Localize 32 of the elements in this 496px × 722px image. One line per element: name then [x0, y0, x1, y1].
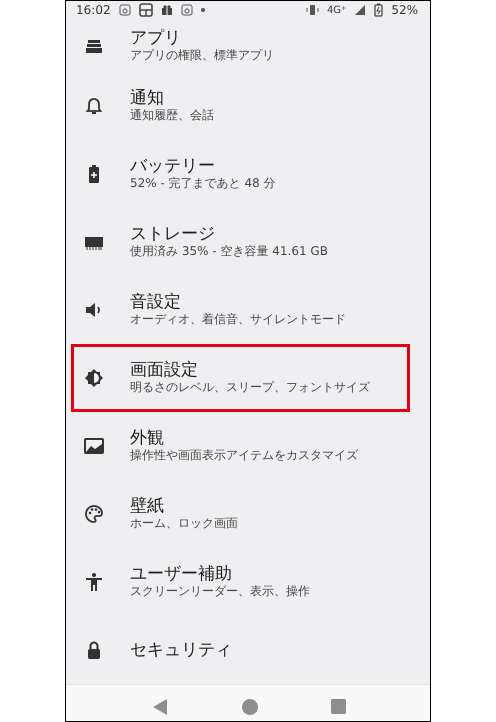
settings-item[interactable]: 音設定 オーディオ、着信音、サイレントモード: [66, 276, 430, 344]
settings-item[interactable]: 画面設定 明るさのレベル、スリープ、フォントサイズ: [71, 344, 410, 412]
settings-item[interactable]: アプリ アプリの権限、標準アプリ: [66, 19, 430, 72]
item-title: 音設定: [130, 292, 182, 312]
item-subtitle: 操作性や画面表示アイテムをカスタマイズ: [130, 448, 358, 464]
item-title: ストレージ: [130, 224, 216, 244]
settings-item[interactable]: ストレージ 使用済み 35% - 空き容量 41.61 GB: [66, 208, 430, 276]
item-title: 画面設定: [130, 360, 199, 380]
item-title: 外観: [130, 428, 165, 448]
settings-item[interactable]: バッテリー 52% - 完了まであと 48 分: [66, 140, 430, 208]
network-label: 4G⁺: [326, 4, 346, 18]
item-subtitle: スクリーンリーダー、表示、操作: [130, 584, 310, 600]
item-title: 通知: [130, 88, 165, 108]
settings-item[interactable]: 外観 操作性や画面表示アイテムをカスタマイズ: [66, 412, 430, 480]
item-subtitle: オーディオ、着信音、サイレントモード: [130, 312, 346, 328]
settings-item[interactable]: 壁紙 ホーム、ロック画面: [66, 480, 430, 548]
item-title: 壁紙: [130, 496, 165, 516]
settings-item[interactable]: ユーザー補助 スクリーンリーダー、表示、操作: [66, 548, 430, 616]
item-subtitle: 明るさのレベル、スリープ、フォントサイズ: [130, 380, 370, 396]
item-subtitle: 通知履歴、会話: [130, 108, 214, 124]
settings-item[interactable]: 通知 通知履歴、会話: [66, 72, 430, 140]
item-title: セキュリティ: [130, 640, 232, 660]
item-title: ユーザー補助: [130, 564, 233, 584]
clock: 16:02: [76, 2, 111, 19]
item-subtitle: アプリの権限、標準アプリ: [130, 48, 274, 64]
settings-item[interactable]: セキュリティ: [66, 616, 430, 684]
item-subtitle: ホーム、ロック画面: [130, 516, 238, 532]
battery-percent: 52%: [391, 2, 418, 19]
item-subtitle: 使用済み 35% - 空き容量 41.61 GB: [130, 244, 328, 260]
item-subtitle: 52% - 完了まであと 48 分: [130, 176, 276, 192]
item-title: バッテリー: [130, 156, 216, 176]
item-title: アプリ: [130, 28, 182, 48]
